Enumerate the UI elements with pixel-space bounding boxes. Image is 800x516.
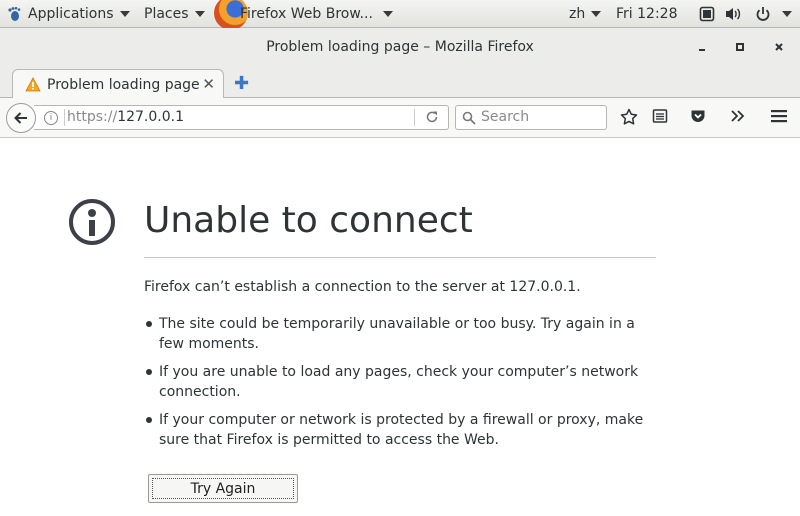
url-separator — [414, 109, 415, 126]
new-tab-button[interactable]: ✚ — [234, 73, 249, 94]
error-title: Unable to connect — [144, 200, 473, 241]
page-content: Unable to connect Firefox can’t establis… — [0, 139, 800, 516]
gnome-top-bar: Applications Places Firefox Web Brow... … — [0, 0, 800, 30]
list-item: If you are unable to load any pages, che… — [144, 362, 656, 402]
gnome-foot-icon — [8, 6, 21, 21]
list-item: The site could be temporarily unavailabl… — [144, 314, 656, 354]
title-divider — [144, 257, 656, 258]
active-app-label: Firefox Web Brow... — [240, 6, 373, 22]
info-icon — [69, 199, 115, 245]
window-title: Problem loading page – Mozilla Firefox — [266, 39, 534, 55]
search-icon — [462, 111, 476, 125]
maximize-icon — [736, 43, 744, 51]
clock[interactable]: Fri 12:28 — [616, 0, 677, 28]
reload-icon[interactable] — [424, 109, 440, 125]
pocket-icon[interactable] — [690, 108, 706, 124]
error-description: Firefox can’t establish a connection to … — [144, 279, 581, 295]
minimize-button[interactable] — [694, 39, 710, 55]
clock-label: Fri 12:28 — [616, 6, 678, 22]
try-again-label: Try Again — [152, 478, 294, 499]
hamburger-menu-icon[interactable] — [770, 108, 788, 124]
url-bar[interactable]: i https://127.0.0.1 — [34, 105, 449, 130]
search-bar[interactable]: Search — [455, 105, 607, 130]
navigation-toolbar: i https://127.0.0.1 Search — [0, 98, 800, 138]
chevron-down-icon — [119, 11, 130, 17]
url-text[interactable]: https://127.0.0.1 — [67, 109, 184, 125]
list-item: If your computer or network is protected… — [144, 410, 656, 450]
places-menu[interactable]: Places — [144, 0, 205, 28]
places-label: Places — [144, 6, 189, 22]
reading-list-icon[interactable] — [652, 108, 668, 124]
window-titlebar[interactable]: Problem loading page – Mozilla Firefox — [0, 28, 800, 66]
chevron-down-icon — [382, 11, 393, 17]
site-info-icon[interactable]: i — [44, 111, 58, 125]
power-icon[interactable] — [755, 6, 771, 22]
tab-strip: Problem loading page ✕ ✚ — [0, 66, 800, 99]
active-app-menu[interactable]: Firefox Web Brow... — [240, 0, 393, 28]
url-separator — [64, 109, 65, 126]
bookmark-star-icon[interactable] — [620, 108, 638, 126]
input-method-menu[interactable]: zh — [569, 0, 602, 28]
close-icon — [775, 43, 783, 51]
url-host: 127.0.0.1 — [117, 109, 184, 125]
input-method-label: zh — [569, 6, 586, 22]
chevron-down-icon — [194, 11, 205, 17]
maximize-button[interactable] — [732, 39, 748, 55]
overflow-chevron-icon[interactable] — [729, 108, 745, 124]
back-button[interactable] — [6, 103, 36, 133]
search-placeholder: Search — [481, 109, 530, 125]
applications-label: Applications — [28, 6, 114, 22]
warning-icon — [25, 77, 41, 92]
chevron-down-icon[interactable] — [782, 11, 792, 17]
minimize-icon — [699, 49, 705, 51]
try-again-button[interactable]: Try Again — [148, 474, 298, 503]
url-scheme: https:// — [67, 109, 118, 125]
back-arrow-icon — [14, 112, 27, 124]
window-icon[interactable] — [699, 6, 715, 22]
tab-problem-loading[interactable]: Problem loading page ✕ — [12, 69, 224, 99]
tab-close-icon[interactable]: ✕ — [202, 75, 215, 93]
error-suggestions: The site could be temporarily unavailabl… — [144, 314, 656, 458]
chevron-down-icon — [591, 11, 602, 17]
volume-icon[interactable] — [725, 6, 743, 22]
tab-label: Problem loading page — [47, 77, 200, 93]
applications-menu[interactable]: Applications — [6, 0, 130, 28]
close-window-button[interactable] — [771, 39, 787, 55]
